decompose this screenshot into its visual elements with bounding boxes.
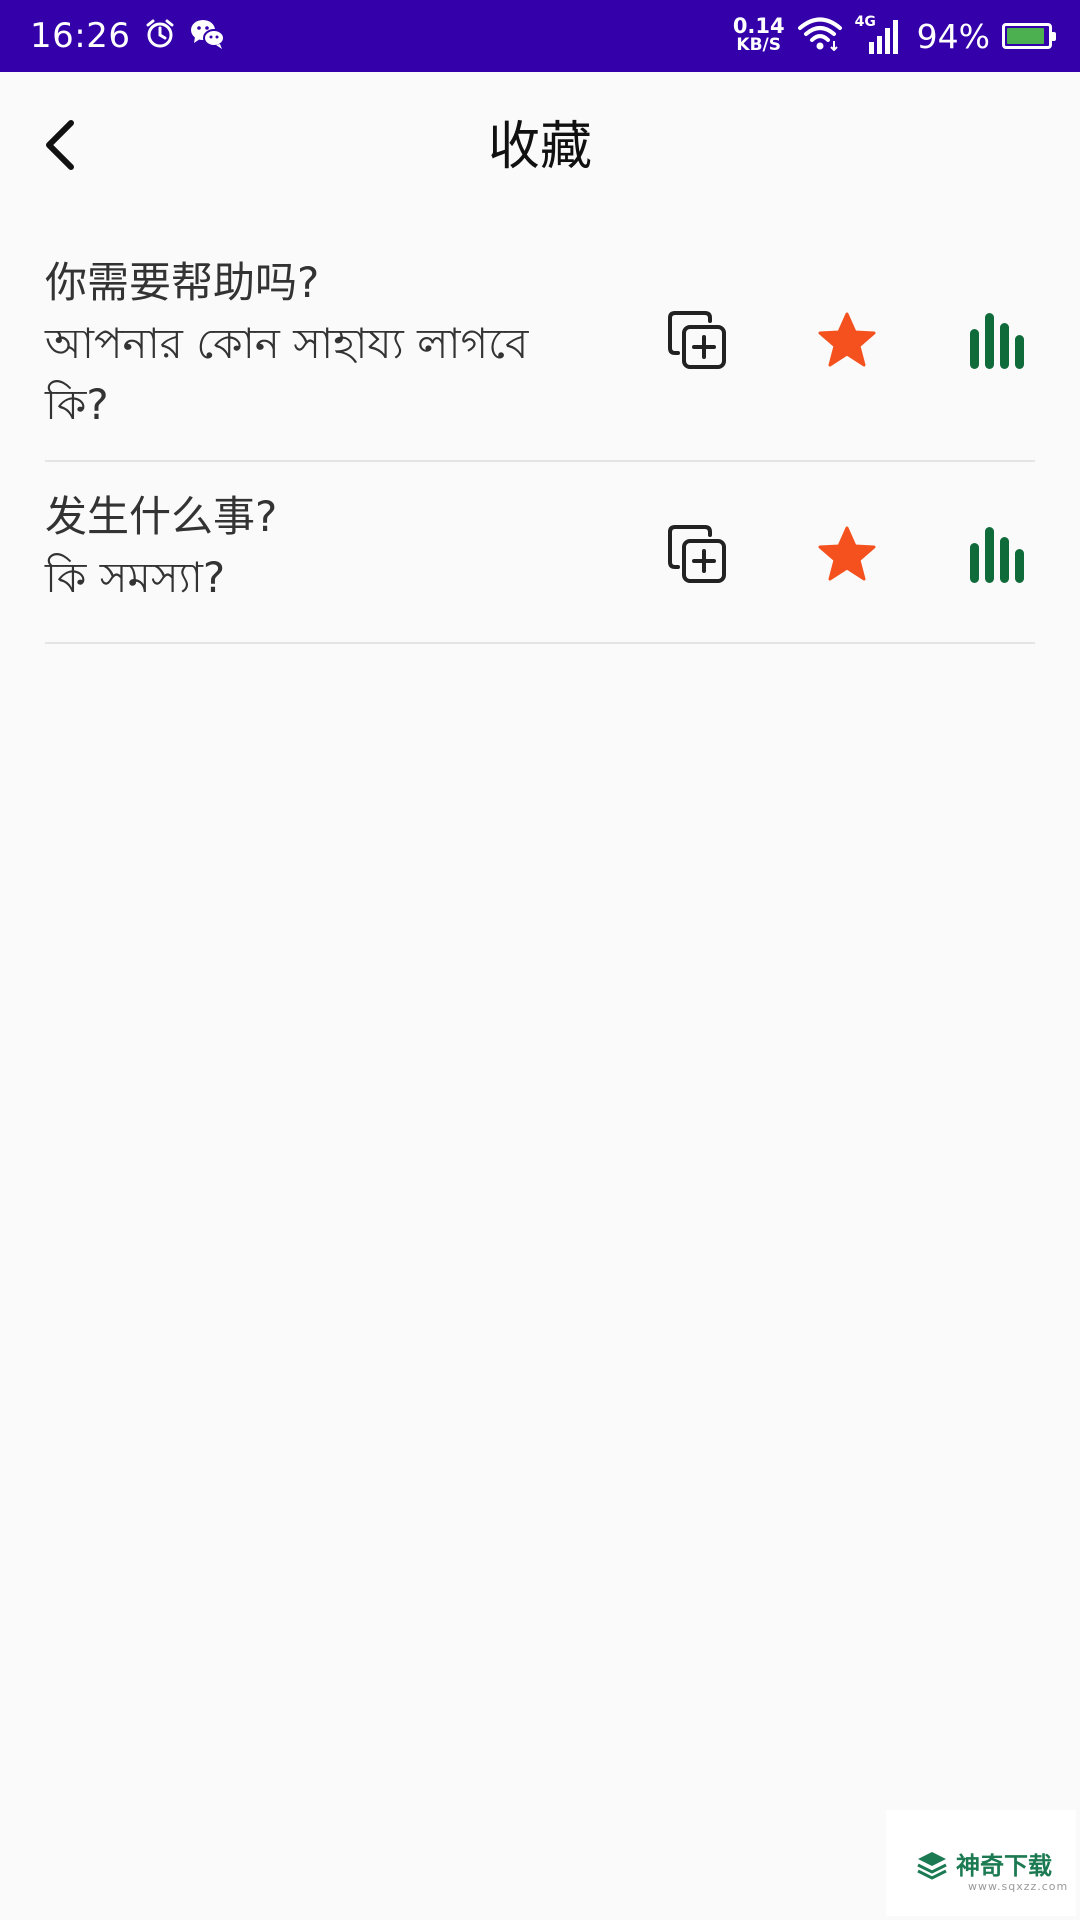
bengali-phrase: আপনার কোন সাহায্য লাগবে (45, 319, 529, 368)
phrase-text: 发生什么事? কি সমস্যা? (45, 486, 575, 608)
battery-icon (1002, 23, 1056, 49)
play-audio-button[interactable] (957, 302, 1037, 382)
chinese-phrase: 发生什么事? (45, 492, 278, 541)
battery-percent: 94% (916, 16, 990, 56)
audio-bars-icon (968, 523, 1026, 589)
watermark: 神奇下载 www.sqxzz.com (886, 1810, 1076, 1916)
item-actions (635, 516, 1035, 642)
play-audio-button[interactable] (957, 516, 1037, 596)
list-item: 发生什么事? কি সমস্যা? (45, 462, 1035, 644)
watermark-text: 神奇下载 (956, 1851, 1052, 1880)
favorites-list: 你需要帮助吗? আপনার কোন সাহায্য লাগবে কি? 发生什么… (45, 222, 1035, 644)
status-time: 16:26 (30, 16, 131, 56)
app-header: 收藏 (0, 72, 1080, 222)
star-icon (817, 311, 877, 373)
status-right: 0.14 KB/S 4G 94% (733, 0, 1058, 72)
item-actions (635, 302, 1035, 460)
status-left: 16:26 (30, 0, 226, 72)
watermark-logo-icon (916, 1850, 948, 1884)
audio-bars-icon (968, 309, 1026, 375)
copy-button[interactable] (657, 302, 737, 382)
copy-add-icon (666, 523, 728, 589)
status-bar: 16:26 0.14 KB/S 4G 94% (0, 0, 1080, 72)
battery-fill (1007, 28, 1045, 44)
net-speed-value: 0.14 (732, 14, 785, 38)
cell-signal: 4G (855, 14, 905, 56)
chinese-phrase: 你需要帮助吗? (45, 258, 320, 307)
net-speed-unit: KB/S (736, 35, 782, 55)
star-icon (817, 525, 877, 587)
list-item: 你需要帮助吗? আপনার কোন সাহায্য লাগবে কি? (45, 222, 1035, 462)
page-title: 收藏 (487, 117, 592, 177)
wechat-icon (190, 18, 226, 54)
net-speed: 0.14 KB/S (732, 14, 785, 55)
wifi-icon (797, 17, 843, 55)
bengali-phrase: কি সমস্যা? (45, 553, 226, 602)
favorites-screen: 16:26 0.14 KB/S 4G 94% 收藏 你需要帮助吗? আপনার … (0, 0, 1080, 1920)
copy-button[interactable] (657, 516, 737, 596)
phrase-text: 你需要帮助吗? আপনার কোন সাহায্য লাগবে কি? (45, 252, 575, 435)
copy-add-icon (666, 309, 728, 375)
bengali-phrase-cont: কি? (45, 380, 109, 429)
watermark-url: www.sqxzz.com (968, 1880, 1069, 1893)
favorite-button[interactable] (807, 302, 887, 382)
alarm-icon (144, 18, 176, 54)
favorite-button[interactable] (807, 516, 887, 596)
